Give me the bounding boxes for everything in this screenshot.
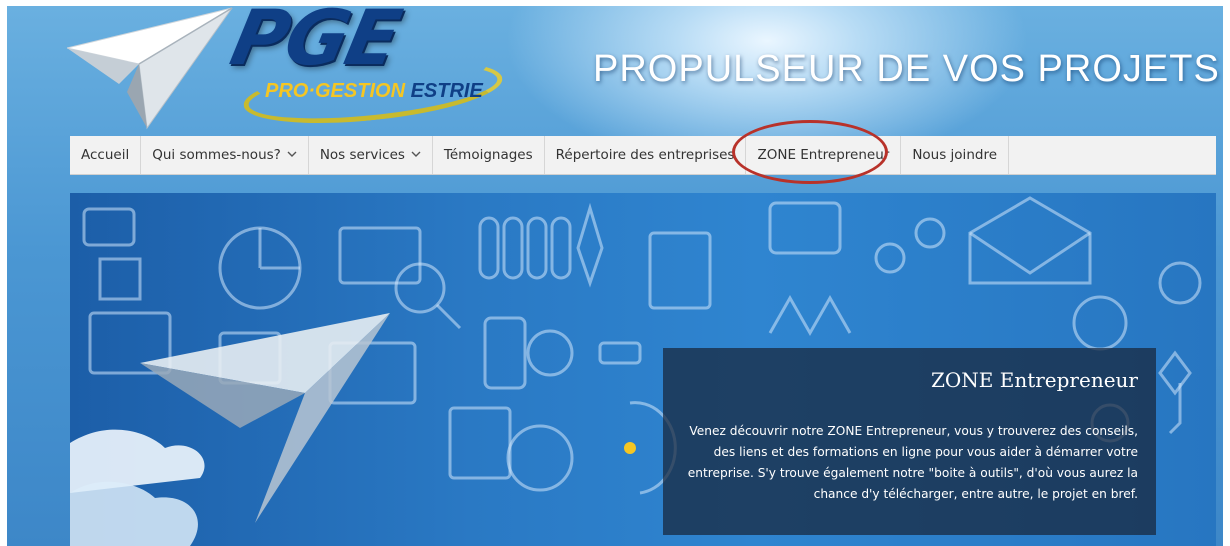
site-logo[interactable]: PGE PRO·GESTION ESTRIE: [67, 6, 537, 134]
logo-sub-pro: PRO·GESTION: [265, 80, 406, 102]
logo-sub-estrie: ESTRIE: [410, 80, 483, 102]
nav-item-label: Nous joindre: [912, 147, 997, 163]
nav-item-zone-entrepreneur[interactable]: ZONE Entrepreneur: [732, 120, 902, 184]
chevron-down-icon: [411, 150, 421, 161]
nav-item-label: Nos services: [319, 147, 405, 163]
main-nav: Accueil Qui sommes-nous? Nos services Té…: [70, 120, 1216, 184]
nav-item-nous-joindre[interactable]: Nous joindre: [901, 136, 1009, 174]
nav-item-accueil[interactable]: Accueil: [70, 136, 142, 174]
logo-subtitle: PRO·GESTION ESTRIE: [265, 80, 483, 103]
slide-caption: ZONE Entrepreneur Venez découvrir notre …: [663, 348, 1156, 535]
nav-item-label: Accueil: [81, 147, 130, 163]
chevron-down-icon: [287, 150, 297, 161]
nav-item-qui-sommes-nous[interactable]: Qui sommes-nous?: [141, 136, 309, 174]
paper-plane-icon: [67, 7, 233, 130]
nav-item-label: Qui sommes-nous?: [152, 147, 281, 163]
nav-item-nos-services[interactable]: Nos services: [309, 136, 433, 174]
logo-wordmark: PGE: [223, 6, 407, 82]
site-tagline: PROPULSEUR DE VOS PROJETS: [593, 48, 1220, 90]
nav-item-temoignages[interactable]: Témoignages: [433, 136, 545, 174]
nav-item-label: Témoignages: [443, 147, 533, 163]
caption-text: Venez découvrir notre ZONE Entrepreneur,…: [687, 424, 1138, 501]
nav-item-label: Répertoire des entreprises: [555, 147, 735, 163]
caption-title: ZONE Entrepreneur: [930, 368, 1138, 392]
nav-item-repertoire[interactable]: Répertoire des entreprises: [545, 136, 747, 174]
nav-item-label: ZONE Entrepreneur: [757, 147, 890, 163]
hero-slider[interactable]: ZONE Entrepreneur Venez découvrir notre …: [70, 193, 1216, 546]
page-frame: PGE PRO·GESTION ESTRIE PROPULSEUR DE VOS…: [7, 6, 1223, 546]
